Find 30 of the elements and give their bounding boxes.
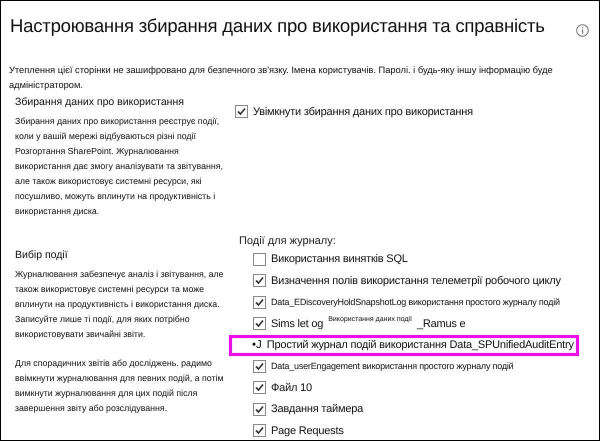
checkbox[interactable] xyxy=(253,402,266,416)
section-description: Журналювання забезпечує аналіз і звітування, але також використовує системні ресурси та може вплинути на продуктивність і використання диска. Записуйте лише ті події, для яких потрібно використовувати звичайні звіти. xyxy=(15,268,225,341)
section-heading: Збирання даних про використання xyxy=(15,96,185,108)
checkbox[interactable] xyxy=(253,424,266,438)
checkbox[interactable] xyxy=(253,360,266,373)
event-label: Використання винятків SQL xyxy=(271,253,408,266)
event-label: Page Requests xyxy=(271,424,344,437)
event-label: Sims let og xyxy=(271,318,324,330)
event-label: Завдання таймера xyxy=(271,403,364,416)
section-description: Збирання даних про використання реєструє події, коли у вашій мережі відбуваються різні події Розгортання SharePoint. Журналювання використання дає змогу аналізувати та звітування, але також використовує системні ресурси, які посушливо, можуть вплинути на продуктивність і використання диска. xyxy=(15,115,224,218)
section-note: Для спорадичних звітів або досліджень. радимо ввімкнути журналювання для певних подій, а потім вимкнути журналювання для цих подій після завершення звіту або розслідування. xyxy=(15,357,224,415)
bullet-marker: •J xyxy=(252,339,262,351)
checkbox[interactable] xyxy=(253,317,266,330)
event-label: Простий журнал подій використання Data_SPUnifiedAuditEntry xyxy=(266,339,574,351)
page-title: Настроювання збирання даних про використання та справність xyxy=(10,15,545,37)
security-warning: Утеплення цієї сторінки не зашифровано для безпечного зв'язку. Імена користувачів. Паролі. і будь-яку іншу інформацію буде адміністратором. xyxy=(9,64,554,92)
section-heading: Вибір події xyxy=(15,249,69,261)
checkbox-label: Увімкнути збирання даних про використання xyxy=(253,106,473,118)
event-label-fragment: _Ramus e xyxy=(416,318,466,330)
checkbox[interactable] xyxy=(253,296,266,309)
checkbox[interactable] xyxy=(235,105,248,118)
event-label: Data_userEngagement використання простого журналу подій xyxy=(271,361,514,372)
events-label: Події для журналу: xyxy=(239,234,337,246)
checkbox[interactable] xyxy=(253,274,266,288)
checkbox[interactable] xyxy=(253,252,266,266)
checkbox[interactable] xyxy=(253,381,266,394)
info-icon[interactable] xyxy=(576,24,589,37)
event-label: Файл 10 xyxy=(271,382,312,394)
event-label: Визначення полів використання телеметрії робочого циклу xyxy=(271,274,561,287)
event-label: Data_EDiscoveryHoldSnapshotLog використання простого журналу подій xyxy=(271,297,560,308)
